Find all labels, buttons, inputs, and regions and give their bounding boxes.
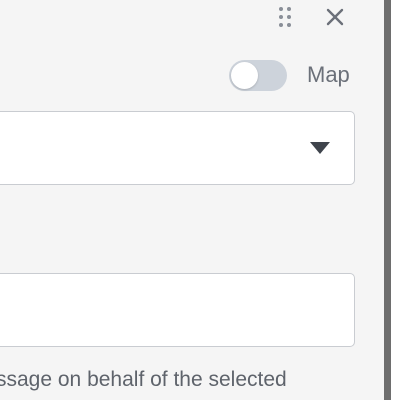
panel-scrollbar[interactable] bbox=[384, 0, 391, 400]
map-toggle[interactable] bbox=[229, 60, 287, 91]
map-toggle-label: Map bbox=[307, 62, 350, 87]
dropdown-select[interactable] bbox=[0, 111, 355, 185]
close-icon bbox=[326, 8, 344, 26]
caret-down-icon[interactable] bbox=[310, 141, 330, 154]
helper-text: ssage on behalf of the selected bbox=[0, 368, 287, 391]
side-panel: Map ssage on behalf of the selected bbox=[0, 0, 384, 400]
drag-handle-icon[interactable] bbox=[278, 6, 292, 28]
text-input[interactable] bbox=[0, 273, 355, 347]
toggle-knob bbox=[231, 62, 258, 89]
close-button[interactable] bbox=[322, 4, 348, 30]
